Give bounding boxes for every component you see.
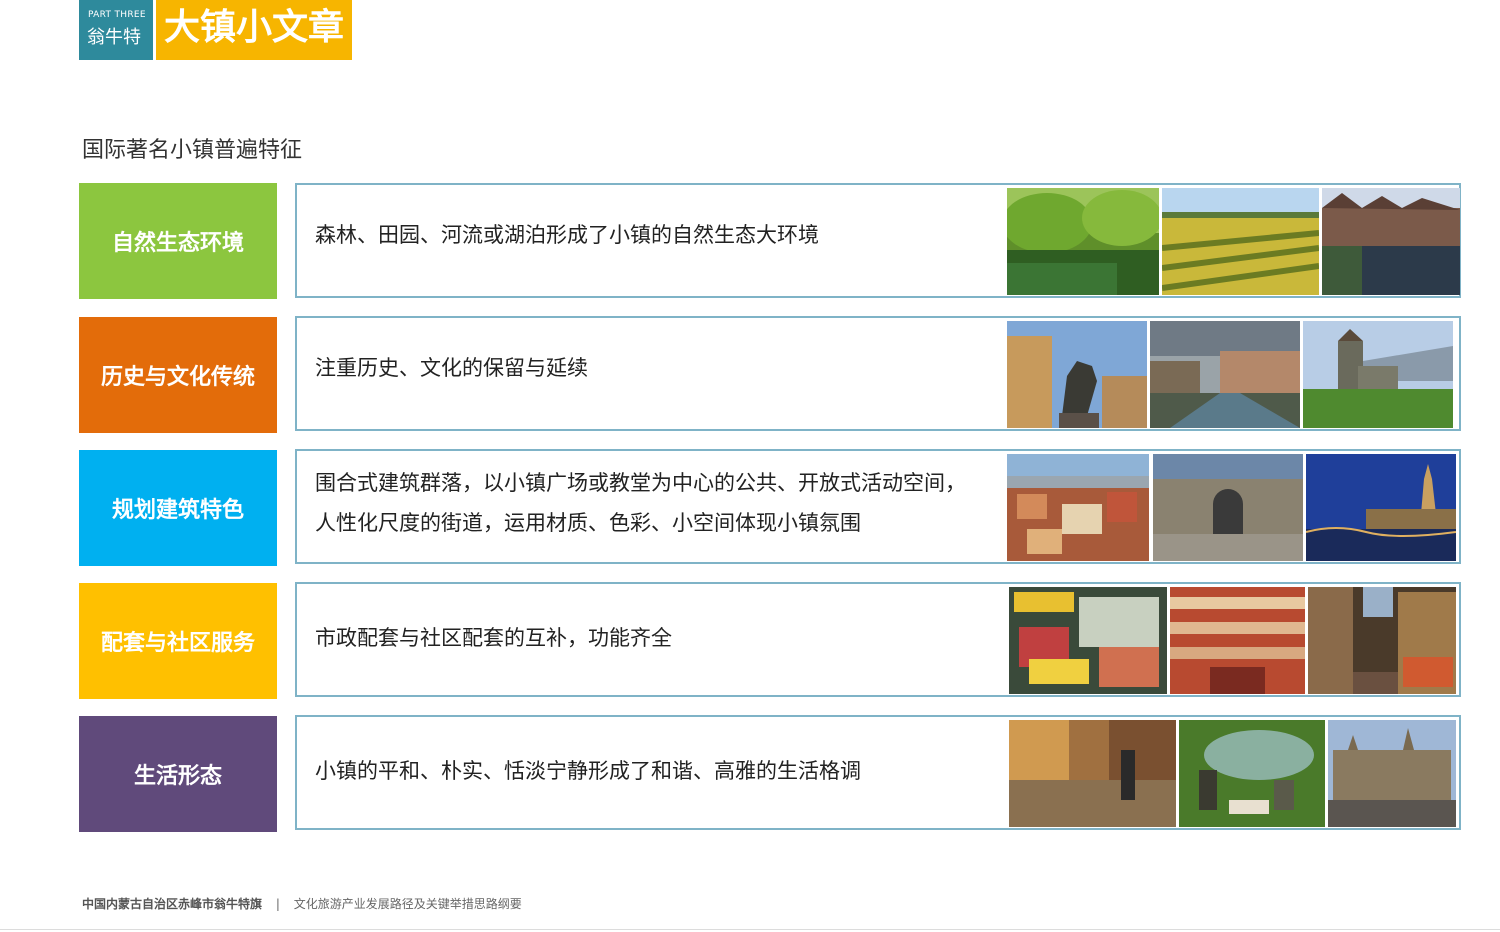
equestrian-statue-photo (1007, 321, 1147, 428)
canal-street-photo (1150, 321, 1300, 428)
forest-river-photo (1007, 188, 1159, 295)
part-badge: PART THREE 翁牛特 (79, 0, 153, 60)
section-subtitle: 国际著名小镇普遍特征 (82, 138, 303, 163)
street-musician-photo (1009, 720, 1176, 827)
feature-label-history: 历史与文化传统 (79, 317, 277, 433)
feature-box-history: 注重历史、文化的保留与延续 (295, 316, 1461, 431)
feature-box-services: 市政配套与社区配套的互补，功能齐全 (295, 582, 1461, 697)
footer-location: 中国内蒙古自治区赤峰市翁牛特旗 (82, 897, 263, 911)
footer-document-title: 文化旅游产业发展路径及关键举措思路纲要 (293, 897, 522, 911)
feature-label-lifestyle: 生活形态 (79, 716, 277, 832)
pond-picnic-photo (1179, 720, 1325, 827)
library-interior-photo (1170, 587, 1305, 694)
feature-text-history: 注重历史、文化的保留与延续 (315, 348, 975, 388)
feature-label-services: 配套与社区服务 (79, 583, 277, 699)
place-name: 翁牛特 (87, 27, 141, 48)
gothic-square-photo (1328, 720, 1456, 827)
feature-text-lifestyle: 小镇的平和、朴实、恬淡宁静形成了和谐、高雅的生活格调 (315, 751, 975, 791)
hilltop-castle-photo (1303, 321, 1453, 428)
page-title: 大镇小文章 (156, 0, 352, 60)
feature-text-nature: 森林、田园、河流或湖泊形成了小镇的自然生态大环境 (315, 215, 975, 255)
feature-box-planning: 围合式建筑群落，以小镇广场或教堂为中心的公共、开放式活动空间， 人性化尺度的街道… (295, 449, 1461, 564)
feature-label-planning: 规划建筑特色 (79, 450, 277, 566)
feature-text-line: 人性化尺度的街道，运用材质、色彩、小空间体现小镇氛围 (315, 511, 861, 535)
feature-text-line: 注重历史、文化的保留与延续 (315, 356, 588, 380)
feature-text-line: 森林、田园、河流或湖泊形成了小镇的自然生态大环境 (315, 223, 819, 247)
feature-text-line: 围合式建筑群落，以小镇广场或教堂为中心的公共、开放式活动空间， (315, 471, 966, 495)
lakeside-town-photo (1322, 188, 1460, 295)
evening-street-photo (1308, 587, 1456, 694)
sunflower-field-photo (1162, 188, 1319, 295)
footer: 中国内蒙古自治区赤峰市翁牛特旗 | 文化旅游产业发展路径及关键举措思路纲要 (82, 895, 522, 912)
part-label: PART THREE (88, 10, 146, 20)
arcade-square-photo (1153, 454, 1303, 561)
feature-text-services: 市政配套与社区配套的互补，功能齐全 (315, 618, 975, 658)
feature-box-nature: 森林、田园、河流或湖泊形成了小镇的自然生态大环境 (295, 183, 1461, 298)
night-cathedral-photo (1306, 454, 1456, 561)
rooftops-aerial-photo (1007, 454, 1149, 561)
bottom-divider (0, 929, 1500, 930)
feature-text-line: 市政配套与社区配套的互补，功能齐全 (315, 626, 672, 650)
feature-box-lifestyle: 小镇的平和、朴实、恬淡宁静形成了和谐、高雅的生活格调 (295, 715, 1461, 830)
market-stall-photo (1009, 587, 1167, 694)
feature-text-planning: 围合式建筑群落，以小镇广场或教堂为中心的公共、开放式活动空间， 人性化尺度的街道… (315, 463, 975, 543)
feature-text-line: 小镇的平和、朴实、恬淡宁静形成了和谐、高雅的生活格调 (315, 759, 861, 783)
feature-label-nature: 自然生态环境 (79, 183, 277, 299)
footer-separator: | (275, 897, 280, 911)
